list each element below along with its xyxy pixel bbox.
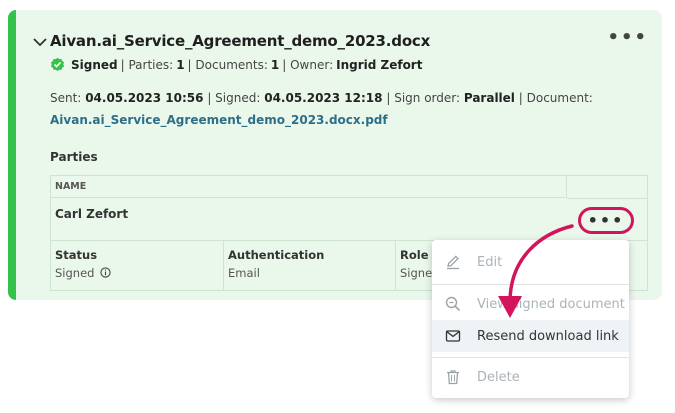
signed-label: | Signed: [207, 91, 261, 105]
party-more-options-button[interactable]: ••• [578, 207, 634, 234]
sign-order-value: Parallel [463, 91, 515, 105]
parties-label: | Parties: [120, 57, 174, 72]
timeline-line: Sent: 04.05.2023 10:56 | Signed: 04.05.2… [50, 91, 593, 105]
chevron-down-icon[interactable] [32, 34, 48, 50]
document-link[interactable]: Aivan.ai_Service_Agreement_demo_2023.doc… [50, 113, 388, 127]
card-more-options-button[interactable]: ••• [607, 27, 648, 48]
zoom-icon [445, 296, 461, 312]
menu-item-label: Edit [477, 254, 503, 270]
trash-icon [447, 370, 459, 385]
name-column-header: NAME [51, 176, 567, 198]
actions-column-header [567, 176, 647, 199]
status-label: Status [55, 248, 98, 262]
status-value: Signed [55, 266, 95, 280]
menu-item-resend-download-link[interactable]: Resend download link [432, 320, 629, 352]
sent-date: 04.05.2023 10:56 [85, 91, 204, 105]
document-title[interactable]: Aivan.ai_Service_Agreement_demo_2023.doc… [50, 32, 430, 50]
parties-count: 1 [176, 57, 185, 72]
parties-heading: Parties [50, 150, 98, 164]
documents-label: | Documents: [187, 57, 268, 72]
documents-count: 1 [270, 57, 280, 72]
summary-line: Signed | Parties: 1 | Documents: 1 | Own… [50, 57, 422, 72]
pencil-icon [447, 255, 459, 270]
authentication-label: Authentication [228, 248, 325, 262]
menu-divider [432, 284, 629, 285]
document-label: | Document: [518, 91, 593, 105]
menu-item-label: Resend download link [477, 328, 619, 344]
authentication-cell: Authentication Email [223, 240, 396, 291]
role-label: Role [400, 248, 429, 262]
owner-label: | Owner: [282, 57, 334, 72]
menu-item-delete: Delete [432, 361, 629, 393]
authentication-value: Email [228, 266, 260, 280]
status-bar [8, 10, 16, 300]
owner-name: Ingrid Zefort [336, 57, 423, 72]
verified-check-icon [50, 57, 65, 72]
party-name: Carl Zefort [55, 207, 129, 221]
info-icon[interactable] [100, 267, 111, 278]
menu-item-edit: Edit [432, 246, 629, 278]
signed-date: 04.05.2023 12:18 [264, 91, 383, 105]
sign-order-label: | Sign order: [386, 91, 461, 105]
sent-label: Sent: [50, 91, 82, 105]
party-actions-menu: Edit View signed document Resend downloa… [432, 240, 629, 398]
menu-item-label: View signed document [477, 296, 625, 312]
envelope-icon [445, 330, 461, 342]
menu-item-view-signed-document: View signed document [432, 288, 629, 320]
menu-item-label: Delete [477, 369, 520, 385]
status-value-wrap: Signed [55, 266, 111, 280]
menu-divider [432, 357, 629, 358]
status-cell: Status Signed [51, 240, 223, 291]
status-text: Signed [71, 57, 118, 72]
